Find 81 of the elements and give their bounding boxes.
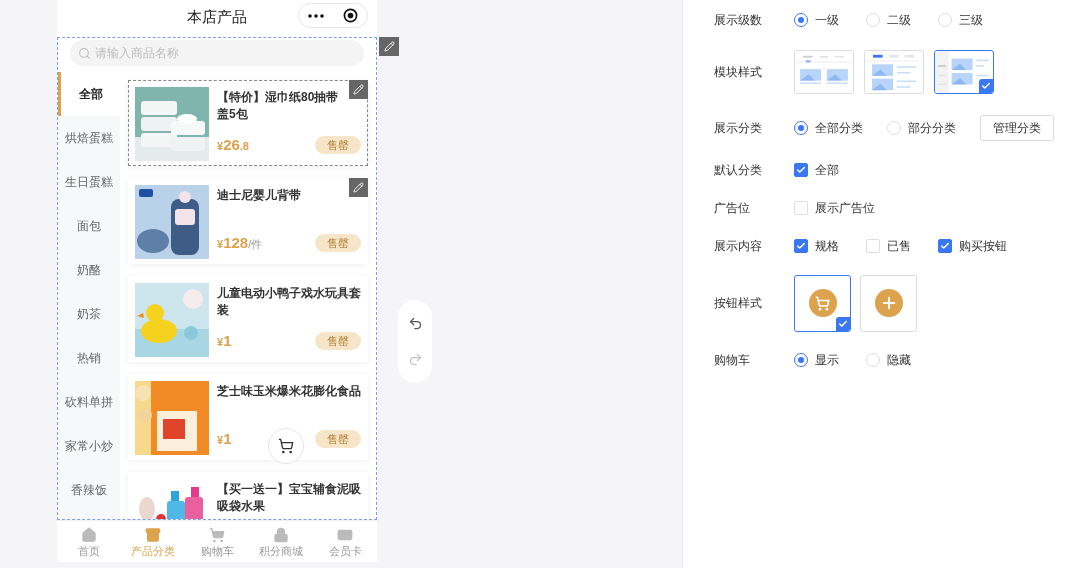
- product-price: ¥1: [217, 331, 232, 351]
- option-label: 显示: [815, 352, 839, 369]
- product-price: ¥128/件: [217, 233, 263, 253]
- setting-label: 展示内容: [714, 238, 763, 255]
- setting-label: 展示分类: [714, 120, 763, 137]
- category-item[interactable]: 面包: [58, 204, 120, 248]
- edit-icon[interactable]: [349, 80, 368, 99]
- tab-item[interactable]: 会员卡: [313, 521, 377, 562]
- option-label: 部分分类: [908, 120, 956, 137]
- product-card[interactable]: 儿童电动小鸭子戏水玩具套装 ¥1 售罄: [128, 276, 368, 362]
- option-label: 规格: [815, 238, 839, 255]
- check-icon: [836, 316, 850, 331]
- option-label: 购买按钮: [959, 238, 1007, 255]
- radio-button[interactable]: [794, 353, 808, 367]
- check-icon: [796, 241, 806, 251]
- tab-item[interactable]: 购物车: [185, 521, 249, 562]
- radio-button[interactable]: [794, 121, 808, 135]
- product-card[interactable]: 迪士尼婴儿背带 ¥128/件 售罄: [128, 178, 368, 264]
- box-icon: [145, 526, 161, 543]
- setting-label: 广告位: [714, 200, 751, 217]
- check-icon: [979, 79, 993, 93]
- category-item[interactable]: 砍料单拼: [58, 380, 120, 424]
- product-title: 【特价】湿巾纸80抽带盖5包: [217, 89, 340, 123]
- option-label: 已售: [887, 238, 911, 255]
- setting-label: 按钮样式: [714, 295, 763, 312]
- category-item[interactable]: 香辣饭: [58, 468, 120, 512]
- product-title: 儿童电动小鸭子戏水玩具套装: [217, 285, 361, 319]
- tab-item[interactable]: 积分商城: [249, 521, 313, 562]
- product-title: 芝士味玉米爆米花膨化食品: [217, 383, 361, 400]
- category-item[interactable]: 生日蛋糕: [58, 160, 120, 204]
- setting-label: 展示级数: [714, 12, 763, 29]
- sold-out-button[interactable]: 售罄: [315, 136, 361, 154]
- option-label: 三级: [959, 12, 983, 29]
- home-icon: [81, 526, 97, 543]
- manage-button[interactable]: 管理分类: [980, 115, 1054, 141]
- edit-icon[interactable]: [379, 37, 399, 56]
- check-icon: [940, 241, 950, 251]
- checkbox[interactable]: [794, 163, 808, 177]
- plus-icon: [874, 289, 903, 317]
- edit-icon[interactable]: [349, 178, 368, 197]
- product-price: ¥1: [217, 429, 232, 449]
- setting-label: 购物车: [714, 352, 751, 369]
- lock-icon: [273, 526, 289, 543]
- tab-item[interactable]: 首页: [57, 521, 121, 562]
- more-icon: [308, 13, 325, 18]
- sold-out-button[interactable]: 售罄: [315, 430, 361, 448]
- product-title: 【买一送一】宝宝辅食泥吸吸袋水果: [217, 481, 361, 515]
- category-item[interactable]: 全部: [58, 72, 120, 116]
- product-card[interactable]: 【特价】湿巾纸80抽带盖5包 ¥26.8 售罄: [128, 80, 368, 166]
- checkbox[interactable]: [938, 239, 952, 253]
- option-label: 展示广告位: [815, 200, 875, 217]
- sold-out-button[interactable]: 售罄: [315, 332, 361, 350]
- option-label: 一级: [815, 12, 839, 29]
- page-title: 本店产品: [187, 7, 247, 28]
- product-title: 迪士尼婴儿背带: [217, 187, 302, 204]
- cart-icon: [278, 438, 294, 454]
- product-price: ¥26.8: [217, 135, 249, 155]
- option-label: 全部分类: [815, 120, 863, 137]
- button-style-option[interactable]: [794, 274, 851, 332]
- category-item[interactable]: 烘焙蛋糕: [58, 116, 120, 160]
- undo-icon[interactable]: [407, 316, 423, 332]
- category-item[interactable]: 奶酪: [58, 248, 120, 292]
- category-item[interactable]: 奶茶: [58, 292, 120, 336]
- product-card[interactable]: 芝士味玉米爆米花膨化食品 ¥1 售罄: [128, 374, 368, 460]
- option-label: 二级: [887, 12, 911, 29]
- category-item[interactable]: 家常小炒: [58, 424, 120, 468]
- check-icon: [796, 165, 806, 175]
- product-card[interactable]: 【买一送一】宝宝辅食泥吸吸袋水果: [128, 472, 368, 519]
- checkbox[interactable]: [794, 239, 808, 253]
- radio-button[interactable]: [794, 13, 808, 27]
- setting-label: 模块样式: [714, 64, 763, 81]
- cart-icon: [808, 289, 837, 317]
- search-icon: [78, 46, 91, 60]
- sold-out-button[interactable]: 售罄: [315, 234, 361, 252]
- layout-option[interactable]: [934, 50, 994, 94]
- target-icon: [342, 8, 358, 23]
- category-item[interactable]: 热销: [58, 336, 120, 380]
- setting-label: 默认分类: [714, 162, 763, 179]
- option-label: 全部: [815, 162, 839, 179]
- option-label: 隐藏: [887, 352, 911, 369]
- cart-icon: [209, 526, 225, 543]
